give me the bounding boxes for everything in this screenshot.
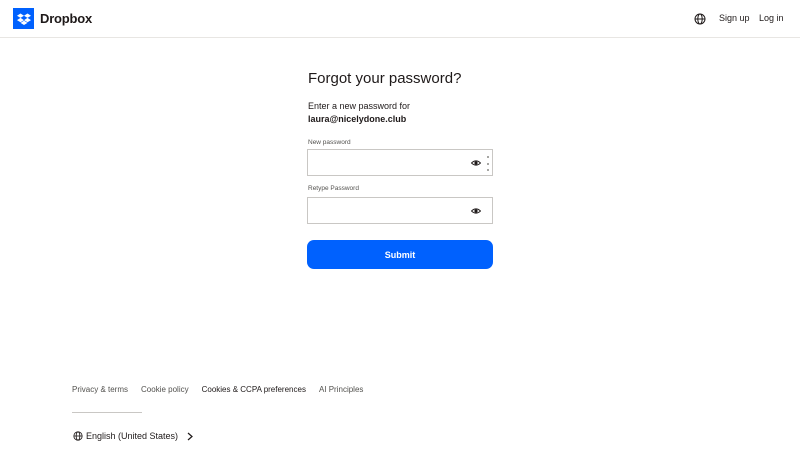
login-link[interactable]: Log in xyxy=(759,13,784,23)
account-email: laura@nicelydone.club xyxy=(308,114,407,124)
footer-link-privacy[interactable]: Privacy & terms xyxy=(72,385,128,394)
footer-link-ai-principles[interactable]: AI Principles xyxy=(319,385,363,394)
reset-prompt: Enter a new password for xyxy=(308,101,411,111)
dropbox-logo-icon xyxy=(13,8,34,29)
chevron-right-icon xyxy=(187,432,193,441)
globe-icon xyxy=(73,431,83,441)
kebab-menu-icon[interactable] xyxy=(486,156,489,171)
new-password-label: New password xyxy=(308,139,351,146)
eye-icon[interactable] xyxy=(471,206,481,216)
footer-links: Privacy & terms Cookie policy Cookies & … xyxy=(72,385,376,394)
language-selector[interactable]: English (United States) xyxy=(73,431,193,441)
footer-divider xyxy=(72,412,142,413)
brand-logo[interactable]: Dropbox xyxy=(13,8,92,29)
new-password-field xyxy=(307,149,493,176)
brand-name: Dropbox xyxy=(40,11,93,26)
top-header: Dropbox Sign up Log in xyxy=(0,0,800,38)
eye-icon[interactable] xyxy=(471,158,481,168)
new-password-input[interactable] xyxy=(308,150,468,175)
page-title: Forgot your password? xyxy=(308,70,462,87)
footer-link-cookie-policy[interactable]: Cookie policy xyxy=(141,385,189,394)
retype-password-label: Retype Password xyxy=(308,185,359,192)
retype-password-field xyxy=(307,197,493,224)
language-label: English (United States) xyxy=(86,431,179,441)
signup-link[interactable]: Sign up xyxy=(719,13,750,23)
retype-password-input[interactable] xyxy=(308,198,468,223)
submit-button[interactable]: Submit xyxy=(307,240,493,269)
footer-link-cookie-preferences[interactable]: Cookies & CCPA preferences xyxy=(202,385,306,394)
globe-icon[interactable] xyxy=(694,13,706,25)
